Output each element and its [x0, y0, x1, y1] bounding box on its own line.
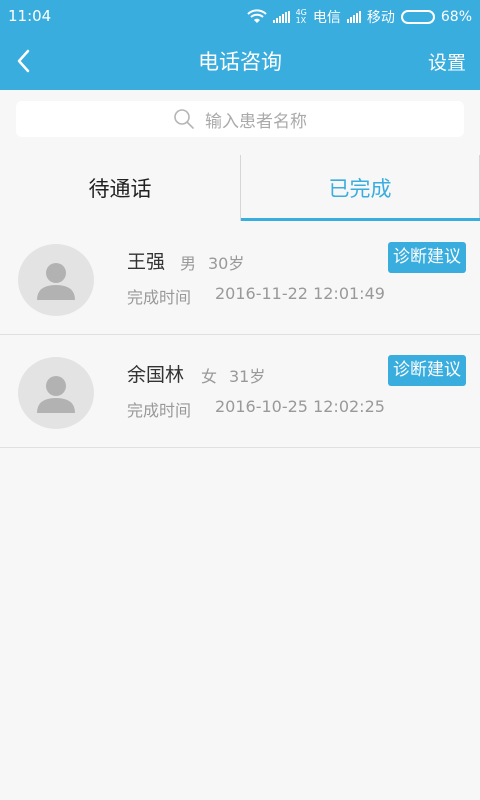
completion-time-label: 完成时间	[127, 401, 192, 420]
wifi-icon	[246, 9, 267, 23]
user-avatar-icon	[37, 263, 75, 300]
patient-name: 余国林	[127, 364, 185, 386]
search-placeholder: 输入患者名称	[205, 111, 307, 132]
settings-button[interactable]: 设置	[428, 48, 466, 75]
patient-gender: 女	[201, 367, 218, 386]
network-type: 4G 1X	[296, 9, 307, 25]
diagnosis-advice-button[interactable]: 诊断建议	[388, 242, 466, 273]
search-icon	[174, 109, 194, 129]
patient-age: 31岁	[229, 367, 266, 386]
list-item[interactable]: 余国林 女 31岁 完成时间 2016-10-25 12:02:25 诊断建议	[0, 335, 480, 448]
network-type-bottom: 1X	[295, 16, 307, 25]
carrier-1: 电信	[312, 10, 341, 26]
consultation-list: 王强 男 30岁 完成时间 2016-11-22 12:01:49 诊断建议 余…	[0, 222, 480, 448]
user-avatar-icon	[37, 376, 75, 413]
signal-icon-2	[346, 11, 361, 23]
patient-name: 王强	[127, 251, 166, 273]
tab-pending[interactable]: 待通话	[0, 155, 240, 221]
completion-time-label: 完成时间	[127, 288, 192, 307]
carrier-2: 移动	[366, 10, 395, 26]
nav-bar: 电话咨询 设置	[0, 32, 480, 90]
search-input[interactable]: 输入患者名称	[16, 101, 464, 137]
tab-bar: 待通话 已完成	[0, 155, 480, 221]
tab-completed[interactable]: 已完成	[240, 155, 480, 221]
status-bar: 11:04 4G 1X 电信 移动 68%	[0, 0, 480, 32]
battery-icon	[400, 10, 435, 24]
status-right: 4G 1X 电信 移动 68%	[246, 7, 472, 27]
page-title: 电话咨询	[198, 50, 282, 74]
diagnosis-advice-button[interactable]: 诊断建议	[388, 355, 466, 386]
battery-percent: 68%	[440, 9, 472, 25]
patient-gender: 男	[180, 254, 197, 273]
list-item[interactable]: 王强 男 30岁 完成时间 2016-11-22 12:01:49 诊断建议	[0, 222, 480, 335]
completion-time: 2016-10-25 12:02:25	[215, 397, 385, 416]
patient-age: 30岁	[208, 254, 245, 273]
completion-time: 2016-11-22 12:01:49	[215, 284, 385, 303]
status-time: 11:04	[8, 7, 52, 25]
avatar	[18, 357, 94, 429]
avatar	[18, 244, 94, 316]
signal-icon-1	[272, 11, 290, 23]
